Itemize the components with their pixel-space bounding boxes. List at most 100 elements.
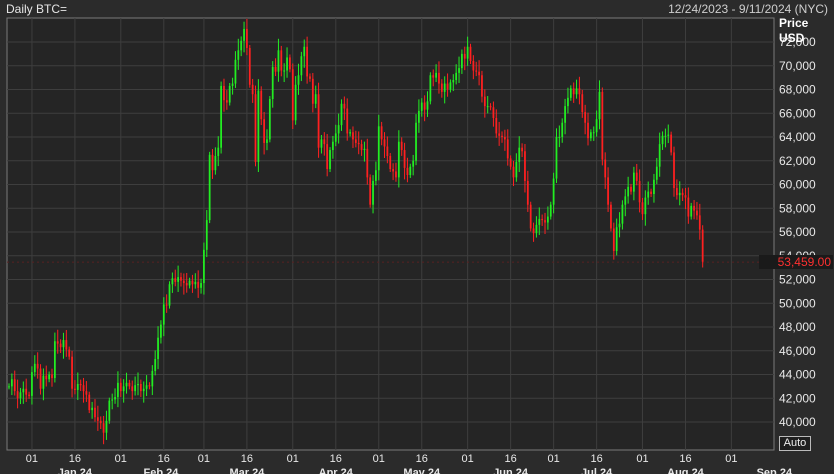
candle-body bbox=[650, 191, 652, 194]
candle-body bbox=[644, 197, 647, 215]
candle-body bbox=[25, 388, 28, 395]
candle-body bbox=[349, 132, 351, 134]
y-tick-label: 60,000 bbox=[779, 178, 816, 192]
plot-area bbox=[6, 17, 775, 451]
candle-body bbox=[337, 125, 340, 134]
candle-body bbox=[521, 147, 523, 152]
candle-body bbox=[630, 186, 632, 192]
month-label: Aug 24 bbox=[667, 467, 705, 474]
candlestick-chart[interactable]: 40,000 42,000 44,000 46,000 48,000 50,000 52,0… bbox=[0, 0, 834, 474]
candle-body bbox=[595, 119, 598, 133]
candle-body bbox=[693, 205, 695, 211]
candle-body bbox=[687, 197, 690, 217]
candle-body bbox=[211, 154, 214, 171]
candle-body bbox=[377, 126, 380, 171]
candle-body bbox=[604, 159, 607, 178]
candle-body bbox=[157, 337, 159, 360]
y-tick-label: 70,000 bbox=[779, 59, 816, 73]
candle-body bbox=[635, 172, 638, 181]
candle-body bbox=[154, 359, 157, 371]
candle-body bbox=[13, 379, 16, 392]
candle-body bbox=[294, 84, 297, 121]
candle-body bbox=[486, 106, 489, 108]
candle-body bbox=[698, 215, 701, 230]
candle-body bbox=[237, 50, 240, 60]
candle-body bbox=[131, 386, 134, 392]
y-tick-label: 68,000 bbox=[779, 83, 816, 97]
y-tick-label: 64,000 bbox=[779, 130, 816, 144]
x-tick-label: 01 bbox=[725, 453, 737, 465]
y-tick-label: 42,000 bbox=[779, 391, 816, 405]
x-tick-label: 01 bbox=[636, 453, 648, 465]
candle-body bbox=[88, 394, 91, 411]
x-tick-label: 16 bbox=[330, 453, 342, 465]
candle-body bbox=[42, 375, 45, 389]
candle-body bbox=[16, 391, 19, 399]
candle-body bbox=[409, 166, 412, 175]
candle-body bbox=[91, 407, 94, 411]
candle-body bbox=[389, 156, 392, 170]
candle-body bbox=[228, 85, 231, 103]
candle-body bbox=[194, 281, 197, 285]
candle-body bbox=[48, 374, 51, 380]
candle-body bbox=[343, 103, 346, 109]
candle-body bbox=[214, 156, 217, 171]
candle-body bbox=[455, 72, 458, 80]
candle-body bbox=[76, 384, 79, 390]
x-tick-label: 16 bbox=[679, 453, 691, 465]
candle-body bbox=[670, 134, 673, 153]
candle-body bbox=[51, 374, 53, 379]
candle-body bbox=[675, 188, 678, 196]
candle-body bbox=[332, 141, 334, 151]
candle-body bbox=[174, 278, 177, 282]
candle-body bbox=[128, 382, 131, 387]
candle-body bbox=[641, 202, 644, 215]
candle-body bbox=[10, 379, 13, 387]
candle-body bbox=[36, 363, 39, 369]
candle-body bbox=[165, 304, 168, 306]
x-tick-label: 16 bbox=[416, 453, 428, 465]
x-tick-label: 01 bbox=[547, 453, 559, 465]
candle-body bbox=[392, 169, 394, 172]
candle-body bbox=[655, 166, 658, 180]
candle-body bbox=[22, 388, 25, 393]
auto-scale-button[interactable]: Auto bbox=[779, 436, 811, 451]
candle-body bbox=[300, 56, 303, 76]
candle-body bbox=[546, 216, 549, 223]
candle-body bbox=[277, 50, 280, 72]
candle-body bbox=[65, 340, 68, 350]
candle-body bbox=[572, 88, 575, 95]
candle-body bbox=[289, 57, 291, 70]
candle-body bbox=[587, 122, 589, 139]
candle-body bbox=[59, 343, 62, 348]
candle-body bbox=[423, 102, 426, 110]
y-tick-label: 48,000 bbox=[779, 320, 816, 334]
candle-body bbox=[185, 283, 188, 286]
candle-body bbox=[598, 91, 601, 120]
candle-body bbox=[610, 204, 612, 229]
candle-body bbox=[653, 179, 655, 194]
y-tick-label: 56,000 bbox=[779, 225, 816, 239]
month-label: Mar 24 bbox=[229, 467, 265, 474]
candle-body bbox=[96, 417, 99, 421]
y-tick-label: 62,000 bbox=[779, 154, 816, 168]
candle-body bbox=[360, 144, 363, 151]
candle-body bbox=[578, 88, 581, 95]
candle-body bbox=[102, 423, 105, 433]
candle-body bbox=[397, 141, 400, 178]
x-tick-label: 01 bbox=[462, 453, 474, 465]
candle-body bbox=[62, 340, 65, 348]
candle-body bbox=[461, 53, 463, 69]
x-tick-label: 01 bbox=[373, 453, 385, 465]
candle-body bbox=[291, 69, 294, 121]
candle-body bbox=[28, 394, 30, 396]
candle-body bbox=[208, 154, 211, 221]
candle-body bbox=[501, 135, 503, 137]
x-tick-label: 01 bbox=[115, 453, 127, 465]
candle-body bbox=[317, 94, 320, 148]
candle-body bbox=[225, 100, 228, 103]
month-label: Jan 24 bbox=[58, 467, 93, 474]
candle-body bbox=[243, 28, 245, 41]
candle-body bbox=[529, 204, 532, 229]
candle-body bbox=[420, 102, 423, 111]
